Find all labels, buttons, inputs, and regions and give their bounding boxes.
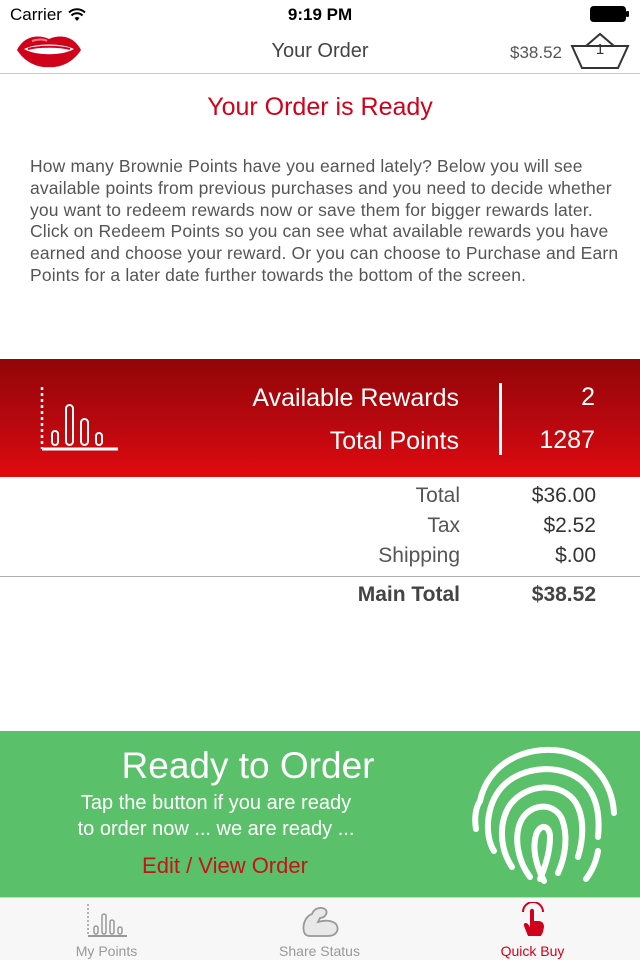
tab-share-status[interactable]: Share Status <box>213 898 426 960</box>
tap-hand-icon <box>521 902 544 936</box>
total-points-label: Total Points <box>329 427 459 455</box>
cart-count: 1 <box>595 41 605 58</box>
page-title: Your Order is Ready <box>207 93 433 121</box>
cart-button[interactable]: 1 <box>568 32 632 72</box>
total-row: Total $36.00 <box>0 484 640 514</box>
flexed-arm-icon <box>302 907 338 937</box>
shipping-row: Shipping $.00 <box>0 544 640 574</box>
total-points-value: 1287 <box>539 426 595 454</box>
order-subtitle: Tap the button if you are ready to order… <box>0 790 432 842</box>
clock: 9:19 PM <box>287 5 353 24</box>
summary-divider <box>0 576 640 577</box>
rewards-divider <box>499 383 502 455</box>
intro-text: How many Brownie Points have you earned … <box>30 156 619 285</box>
order-subtitle-line1: Tap the button if you are ready <box>80 792 352 814</box>
main-total-label: Main Total <box>357 583 460 606</box>
bar-chart-icon <box>86 904 127 937</box>
tab-label: My Points <box>75 943 138 959</box>
tab-quick-buy[interactable]: Quick Buy <box>426 898 639 960</box>
fingerprint-icon[interactable] <box>466 739 622 889</box>
order-subtitle-line2: to order now ... we are ready ... <box>77 818 355 840</box>
cart-price: $38.52 <box>510 43 562 62</box>
bar-chart-icon <box>40 387 118 451</box>
nav-bar: Your Order $38.52 1 <box>0 28 640 74</box>
battery-icon <box>590 6 629 22</box>
tax-label: Tax <box>427 514 460 537</box>
shipping-label: Shipping <box>378 544 460 567</box>
tab-label: Share Status <box>279 943 360 959</box>
rewards-banner[interactable]: Available Rewards Total Points 2 1287 <box>0 359 640 477</box>
edit-view-order-link[interactable]: Edit / View Order <box>0 853 450 879</box>
available-rewards-label: Available Rewards <box>252 384 459 412</box>
status-bar: Carrier 9:19 PM <box>0 0 640 28</box>
tax-value: $2.52 <box>543 514 596 537</box>
tab-label: Quick Buy <box>500 943 565 959</box>
shipping-value: $.00 <box>555 544 596 567</box>
total-value: $36.00 <box>531 484 596 507</box>
available-rewards-value: 2 <box>581 383 595 411</box>
order-title: Ready to Order <box>121 745 375 786</box>
tab-bar: My Points Share Status Quick Buy <box>0 897 640 960</box>
total-label: Total <box>415 484 460 507</box>
tab-my-points[interactable]: My Points <box>0 898 213 960</box>
tax-row: Tax $2.52 <box>0 514 640 544</box>
main-total-value: $38.52 <box>531 583 596 606</box>
ready-to-order-panel: Ready to Order Tap the button if you are… <box>0 731 640 897</box>
main-total-row: Main Total $38.52 <box>0 583 640 613</box>
